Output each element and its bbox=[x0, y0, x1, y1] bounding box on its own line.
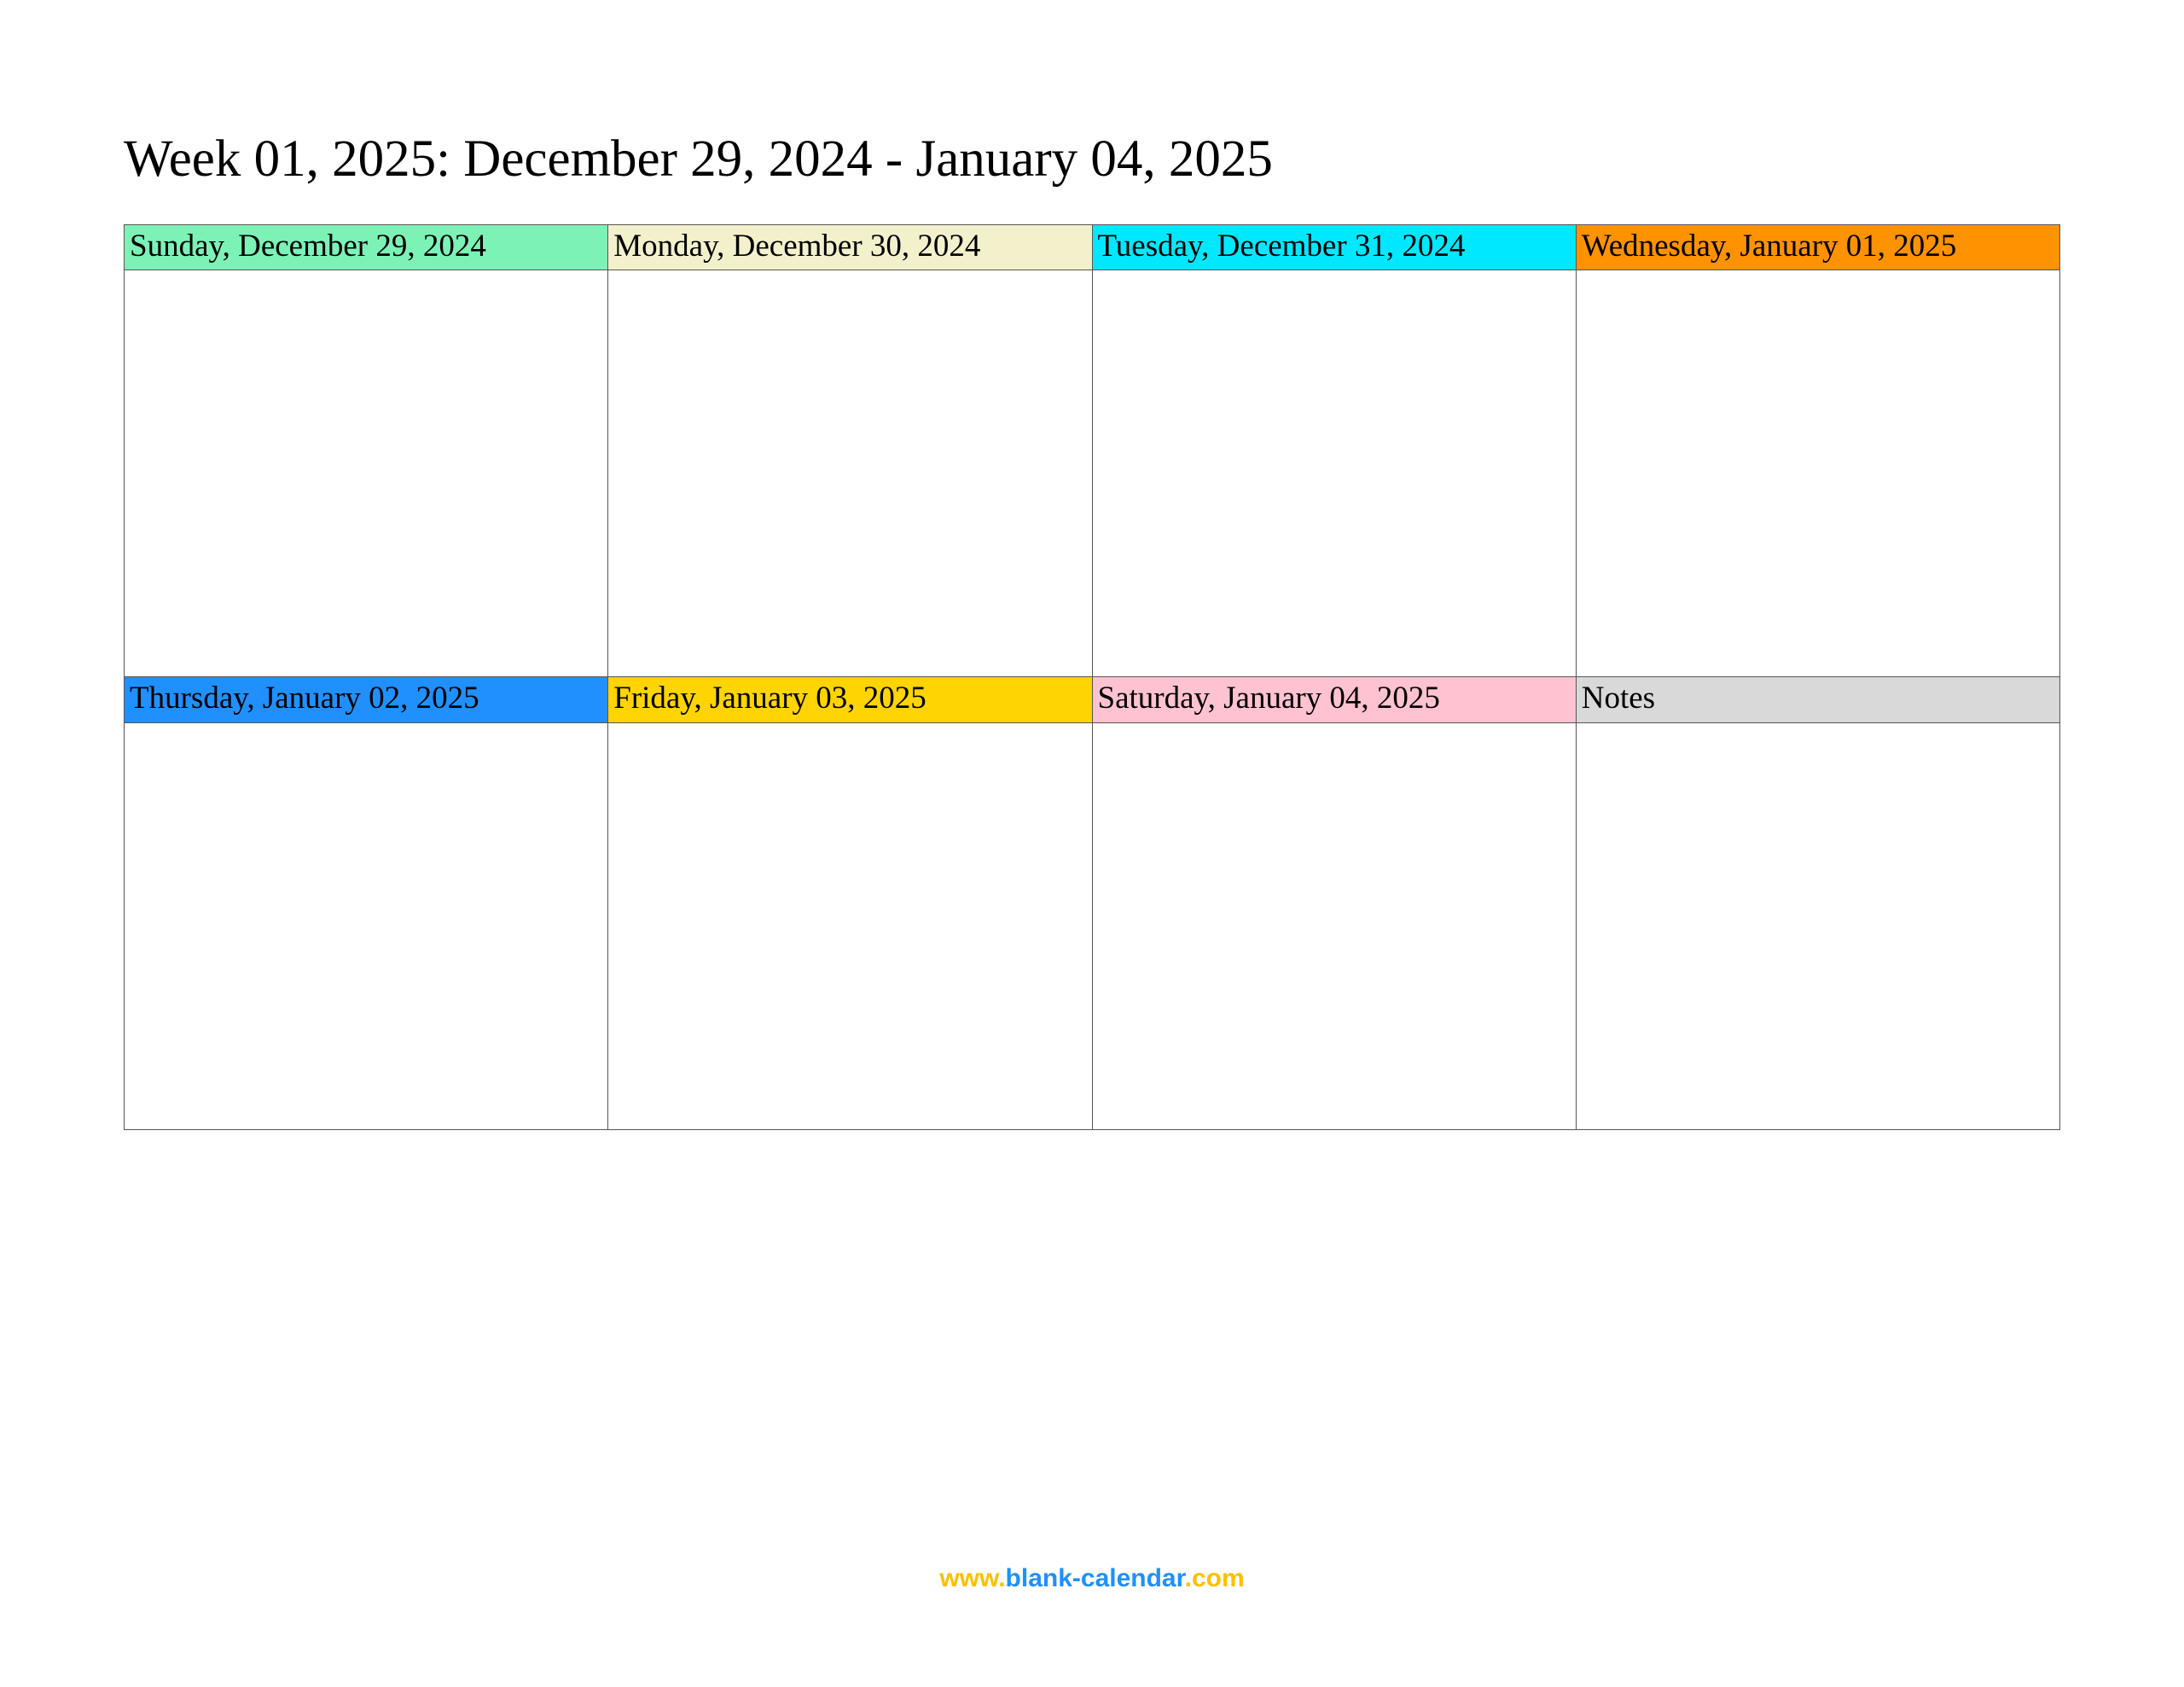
day-body-monday bbox=[608, 270, 1091, 676]
cell-sunday: Sunday, December 29, 2024 bbox=[125, 225, 608, 677]
day-body-wednesday bbox=[1577, 270, 2059, 676]
day-body-sunday bbox=[125, 270, 607, 676]
day-header-wednesday: Wednesday, January 01, 2025 bbox=[1577, 225, 2059, 270]
cell-monday: Monday, December 30, 2024 bbox=[608, 225, 1092, 677]
day-body-notes bbox=[1577, 723, 2059, 1129]
cell-notes: Notes bbox=[1576, 677, 2059, 1129]
day-header-monday: Monday, December 30, 2024 bbox=[608, 225, 1091, 270]
calendar-page: Week 01, 2025: December 29, 2024 - Janua… bbox=[0, 0, 2184, 1687]
cell-friday: Friday, January 03, 2025 bbox=[608, 677, 1092, 1129]
day-body-friday bbox=[608, 723, 1091, 1129]
cell-thursday: Thursday, January 02, 2025 bbox=[125, 677, 608, 1129]
page-title: Week 01, 2025: December 29, 2024 - Janua… bbox=[124, 128, 2060, 190]
cell-tuesday: Tuesday, December 31, 2024 bbox=[1092, 225, 1576, 677]
weekly-calendar-grid: Sunday, December 29, 2024 Monday, Decemb… bbox=[124, 224, 2060, 1130]
cell-saturday: Saturday, January 04, 2025 bbox=[1092, 677, 1576, 1129]
footer-link-part-b: blank-calendar bbox=[1006, 1564, 1185, 1592]
day-header-notes: Notes bbox=[1577, 677, 2059, 722]
day-body-thursday bbox=[125, 723, 607, 1129]
day-header-friday: Friday, January 03, 2025 bbox=[608, 677, 1091, 722]
day-header-sunday: Sunday, December 29, 2024 bbox=[125, 225, 607, 270]
footer-link-part-c: .com bbox=[1185, 1564, 1245, 1592]
day-body-tuesday bbox=[1093, 270, 1576, 676]
footer-link[interactable]: www.blank-calendar.com bbox=[0, 1564, 2184, 1593]
footer-link-part-a: www. bbox=[939, 1564, 1005, 1592]
day-body-saturday bbox=[1093, 723, 1576, 1129]
day-header-saturday: Saturday, January 04, 2025 bbox=[1093, 677, 1576, 722]
day-header-tuesday: Tuesday, December 31, 2024 bbox=[1093, 225, 1576, 270]
cell-wednesday: Wednesday, January 01, 2025 bbox=[1576, 225, 2059, 677]
day-header-thursday: Thursday, January 02, 2025 bbox=[125, 677, 607, 722]
